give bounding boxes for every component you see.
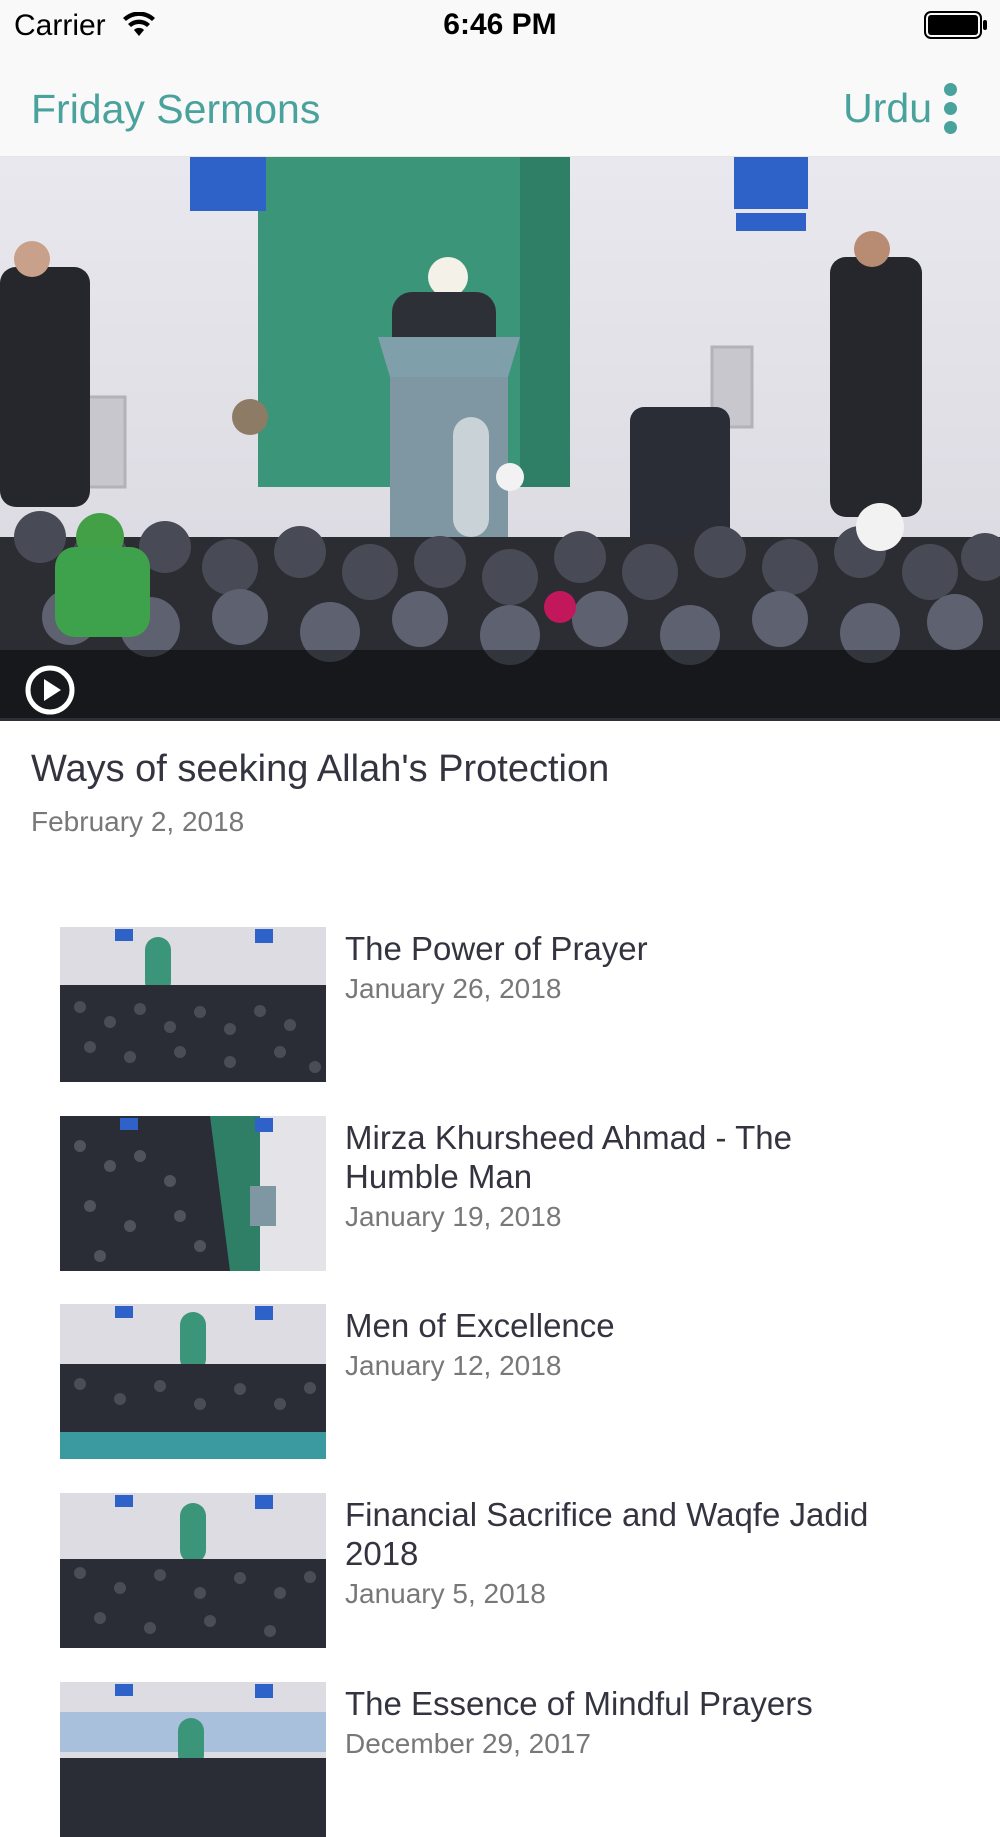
featured-video-thumbnail[interactable] [0, 157, 1000, 720]
featured-sermon-title[interactable]: Ways of seeking Allah's Protection [31, 748, 609, 791]
hero-divider [0, 718, 1000, 721]
sermon-text: The Essence of Mindful Prayers December … [345, 1684, 905, 1761]
sermon-thumbnail [60, 1682, 326, 1837]
play-circle-icon[interactable] [24, 664, 76, 720]
sermon-text: The Power of Prayer January 26, 2018 [345, 929, 905, 1006]
list-item[interactable]: Financial Sacrifice and Waqfe Jadid 2018… [0, 1493, 1000, 1648]
sermon-text: Mirza Khursheed Ahmad - The Humble Man J… [345, 1118, 905, 1234]
sermon-date: January 5, 2018 [345, 1578, 546, 1609]
sermon-thumbnail [60, 1116, 326, 1271]
list-item[interactable]: Mirza Khursheed Ahmad - The Humble Man J… [0, 1116, 1000, 1271]
sermon-title: Mirza Khursheed Ahmad - The Humble Man [345, 1119, 792, 1195]
sermon-text: Financial Sacrifice and Waqfe Jadid 2018… [345, 1495, 905, 1611]
featured-sermon-date: February 2, 2018 [31, 806, 245, 837]
sermon-date: December 29, 2017 [345, 1728, 591, 1759]
sermon-thumbnail [60, 927, 326, 1082]
sermon-thumbnail [60, 1304, 326, 1459]
list-item[interactable]: Men of Excellence January 12, 2018 [0, 1304, 1000, 1459]
sermon-thumbnail [60, 1493, 326, 1648]
sermon-title: Men of Excellence [345, 1307, 615, 1344]
sermon-text: Men of Excellence January 12, 2018 [345, 1306, 905, 1383]
list-item[interactable]: The Essence of Mindful Prayers December … [0, 1682, 1000, 1837]
sermon-date: January 19, 2018 [345, 1201, 562, 1232]
status-bar: Carrier 6:46 PM [0, 0, 1000, 50]
list-item[interactable]: The Power of Prayer January 26, 2018 [0, 927, 1000, 1082]
status-time: 6:46 PM [443, 8, 557, 41]
sermon-title: The Essence of Mindful Prayers [345, 1685, 813, 1722]
page-title: Friday Sermons [31, 86, 321, 132]
language-button[interactable]: Urdu [843, 85, 932, 132]
sermon-date: January 12, 2018 [345, 1350, 562, 1381]
mosque-hero-image [0, 157, 1000, 720]
sermon-date: January 26, 2018 [345, 973, 562, 1004]
sermon-title: The Power of Prayer [345, 930, 648, 967]
sermon-title: Financial Sacrifice and Waqfe Jadid 2018 [345, 1496, 869, 1572]
battery-icon [924, 11, 988, 44]
navigation-bar: Friday Sermons Urdu [0, 50, 1000, 157]
more-vertical-icon[interactable] [943, 83, 959, 135]
video-controls-overlay [0, 650, 1000, 720]
